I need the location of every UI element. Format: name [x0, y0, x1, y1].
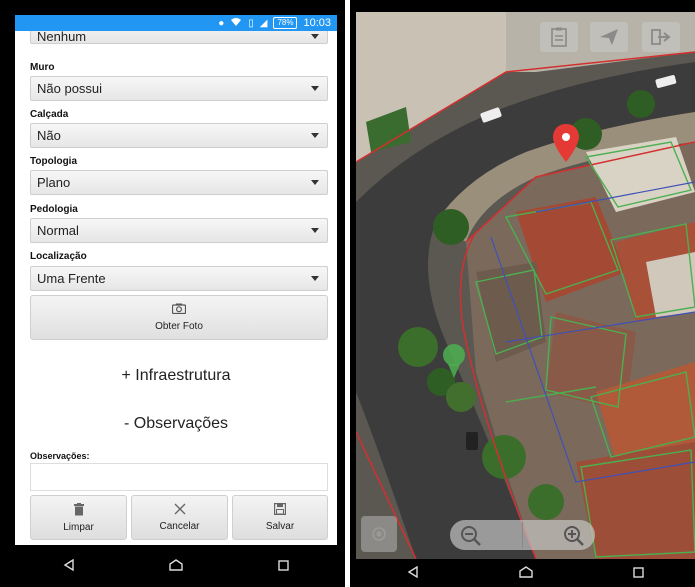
- status-bar: ● ▯ ◢ 78% 10:03: [15, 15, 337, 31]
- camera-icon: [171, 303, 187, 317]
- field-label-localizacao: Localização: [30, 251, 87, 262]
- select-muro-value: Não possui: [37, 81, 103, 96]
- trash-icon: [73, 502, 84, 519]
- home-icon[interactable]: [506, 565, 546, 581]
- close-icon: [174, 503, 186, 518]
- android-navbar: [15, 545, 337, 587]
- chevron-down-icon: [311, 276, 319, 281]
- recents-icon[interactable]: [619, 565, 659, 581]
- chevron-down-icon: [311, 228, 319, 233]
- select-pedologia[interactable]: Normal: [30, 218, 328, 243]
- select-localizacao-value: Uma Frente: [37, 271, 106, 286]
- logout-button[interactable]: [642, 22, 680, 52]
- location-icon: ●: [218, 17, 225, 29]
- zoom-divider: [522, 522, 523, 548]
- map-canvas: [356, 12, 695, 559]
- field-label-topologia: Topologia: [30, 156, 78, 167]
- clipboard-button[interactable]: [540, 22, 578, 52]
- signal-icon: ◢: [259, 17, 268, 29]
- locate-icon: [369, 524, 389, 549]
- field-label-calcada: Calçada: [30, 109, 69, 120]
- clipboard-icon: [551, 27, 567, 47]
- wifi-icon: [230, 17, 242, 30]
- aerial-map[interactable]: [356, 12, 695, 559]
- obs-label: Observações:: [30, 451, 90, 461]
- floppy-icon: [274, 503, 287, 518]
- sim-icon: ▯: [248, 17, 254, 29]
- select-calcada-value: Não: [37, 128, 61, 143]
- home-icon[interactable]: [156, 558, 196, 574]
- cancel-button-label: Cancelar: [159, 521, 200, 532]
- chevron-down-icon: [311, 86, 319, 91]
- zoom-out-icon[interactable]: [460, 525, 482, 552]
- select-calcada[interactable]: Não: [30, 123, 328, 148]
- android-navbar-map: [356, 559, 695, 587]
- cancel-button[interactable]: Cancelar: [131, 495, 228, 540]
- form-phone: ● ▯ ◢ 78% 10:03 Nenhum Muro Não possui C…: [0, 0, 345, 587]
- compass-icon: [598, 27, 620, 47]
- zoom-in-icon[interactable]: [563, 525, 585, 552]
- field-label-pedologia: Pedologia: [30, 204, 78, 215]
- save-button-label: Salvar: [265, 521, 295, 532]
- clear-button-label: Limpar: [63, 521, 94, 533]
- back-icon[interactable]: [393, 565, 433, 581]
- select-topologia[interactable]: Plano: [30, 170, 328, 195]
- clear-button[interactable]: Limpar: [30, 495, 127, 540]
- section-infraestrutura[interactable]: + Infraestrutura: [15, 367, 337, 385]
- field-label-muro: Muro: [30, 62, 55, 73]
- logout-icon: [650, 28, 672, 46]
- zoom-control: [450, 520, 595, 550]
- select-muro[interactable]: Não possui: [30, 76, 328, 101]
- clock: 10:03: [303, 17, 331, 29]
- select-localizacao[interactable]: Uma Frente: [30, 266, 328, 291]
- form-screen: Nenhum Muro Não possui Calçada Não Topol…: [15, 31, 337, 545]
- select-partial[interactable]: Nenhum: [30, 31, 328, 44]
- back-icon[interactable]: [49, 558, 89, 574]
- select-partial-value: Nenhum: [37, 31, 87, 44]
- save-button[interactable]: Salvar: [232, 495, 328, 540]
- photo-button[interactable]: Obter Foto: [30, 295, 328, 340]
- chevron-down-icon: [311, 180, 319, 185]
- recents-icon[interactable]: [263, 558, 303, 574]
- section-observacoes[interactable]: - Observações: [15, 415, 337, 433]
- select-pedologia-value: Normal: [37, 223, 79, 238]
- obs-textarea[interactable]: [30, 463, 328, 491]
- chevron-down-icon: [311, 133, 319, 138]
- chevron-down-icon: [311, 34, 319, 39]
- locate-button[interactable]: [361, 516, 397, 552]
- battery-indicator: 78%: [273, 17, 298, 29]
- select-topologia-value: Plano: [37, 175, 71, 190]
- photo-button-label: Obter Foto: [155, 321, 203, 332]
- map-phone: [350, 0, 695, 587]
- compass-button[interactable]: [590, 22, 628, 52]
